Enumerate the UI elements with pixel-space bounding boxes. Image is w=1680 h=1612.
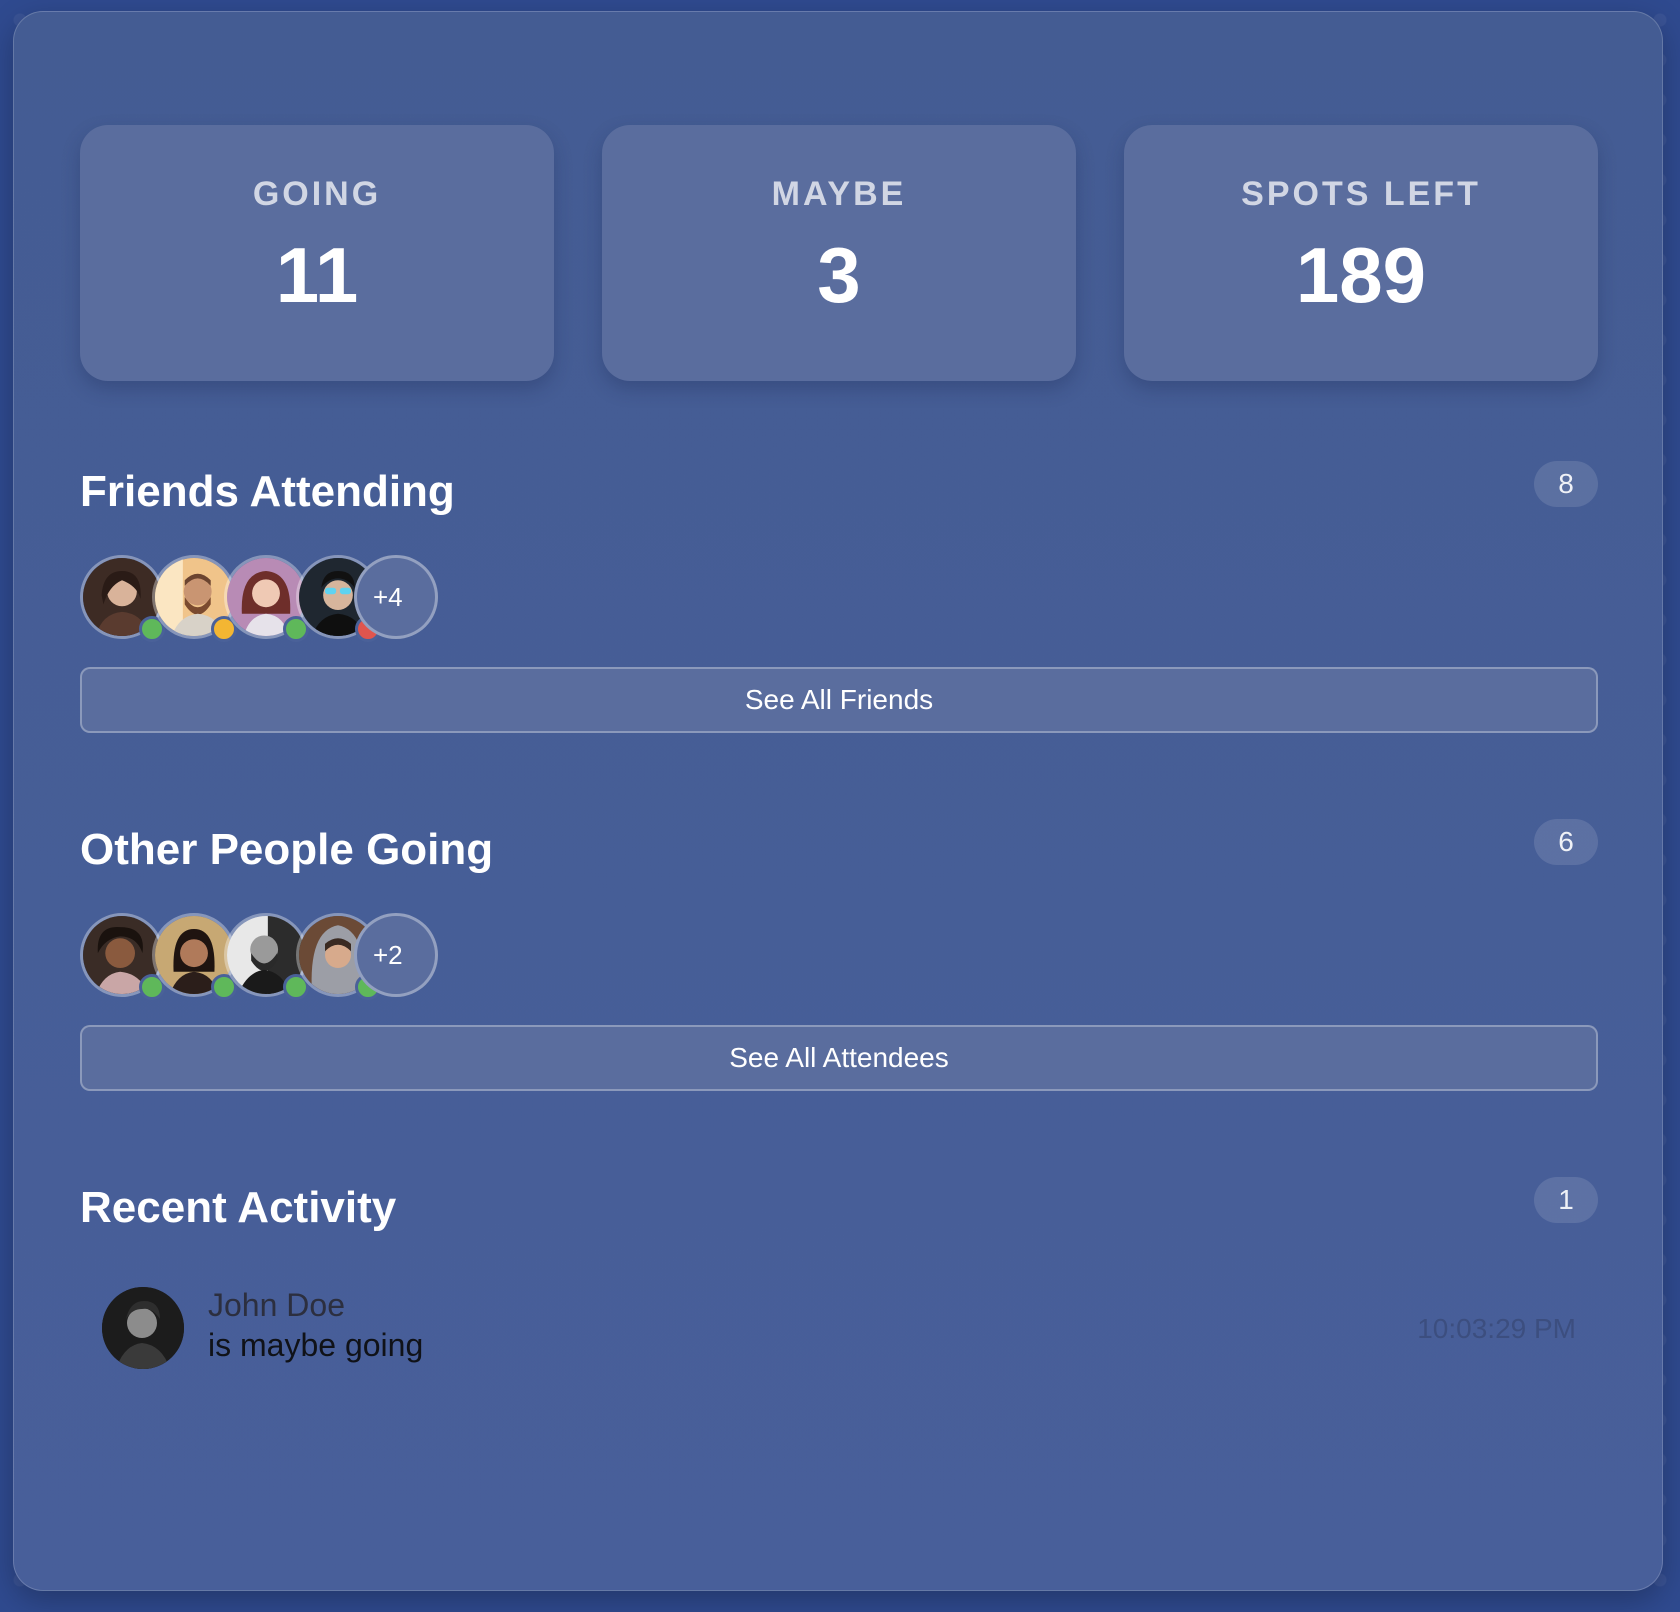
attendees-avatar-stack[interactable]: +2 bbox=[80, 913, 460, 1001]
stat-label: MAYBE bbox=[771, 175, 907, 213]
section-title: Recent Activity bbox=[80, 1183, 397, 1232]
friends-attending-section: Friends Attending 8 +4 See All Friends bbox=[80, 447, 1598, 733]
stat-card-spots-left: SPOTS LEFT 189 bbox=[1124, 125, 1598, 381]
section-title: Other People Going bbox=[80, 825, 494, 874]
friends-avatar-stack[interactable]: +4 bbox=[80, 555, 460, 643]
more-friends-count[interactable]: +4 bbox=[354, 555, 438, 639]
avatar[interactable] bbox=[102, 1287, 184, 1369]
see-all-friends-button[interactable]: See All Friends bbox=[80, 667, 1598, 733]
stat-card-going: GOING 11 bbox=[80, 125, 554, 381]
stat-label: GOING bbox=[252, 175, 382, 213]
activity-user-name[interactable]: John Doe bbox=[208, 1287, 345, 1324]
stat-label: SPOTS LEFT bbox=[1241, 175, 1481, 213]
stat-card-maybe: MAYBE 3 bbox=[602, 125, 1076, 381]
recent-activity-section: Recent Activity 1 John Doe is maybe goin… bbox=[80, 1163, 1598, 1423]
stat-value: 189 bbox=[1295, 231, 1427, 319]
count-badge: 6 bbox=[1534, 819, 1598, 865]
event-attendance-panel: GOING 11 MAYBE 3 SPOTS LEFT 189 Friends … bbox=[13, 11, 1663, 1591]
count-badge: 1 bbox=[1534, 1177, 1598, 1223]
see-all-attendees-button[interactable]: See All Attendees bbox=[80, 1025, 1598, 1091]
other-people-going-section: Other People Going 6 +2 See All Attendee… bbox=[80, 805, 1598, 1091]
stats-row: GOING 11 MAYBE 3 SPOTS LEFT 189 bbox=[80, 125, 1598, 381]
activity-timestamp: 10:03:29 PM bbox=[1417, 1313, 1576, 1344]
activity-description: is maybe going bbox=[208, 1327, 424, 1363]
stat-value: 3 bbox=[817, 231, 861, 319]
more-attendees-count[interactable]: +2 bbox=[354, 913, 438, 997]
activity-item[interactable]: John Doe is maybe going 10:03:29 PM bbox=[102, 1287, 1576, 1371]
count-badge: 8 bbox=[1534, 461, 1598, 507]
stat-value: 11 bbox=[275, 231, 359, 319]
section-title: Friends Attending bbox=[80, 467, 455, 516]
